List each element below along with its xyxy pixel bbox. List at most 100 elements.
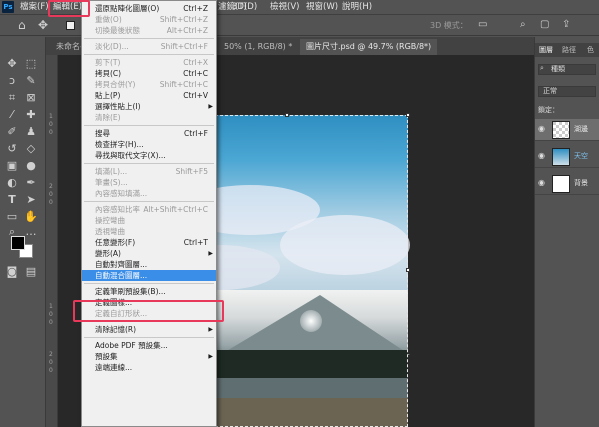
quick-select-tool-icon[interactable]: ✎ bbox=[24, 74, 38, 88]
menu-item-label: 貼上(P) bbox=[95, 91, 121, 100]
blur-tool-icon[interactable]: ● bbox=[24, 159, 38, 173]
healing-brush-tool-icon[interactable]: ✚ bbox=[24, 108, 38, 122]
visibility-eye-icon[interactable]: ◉ bbox=[538, 124, 545, 133]
marquee-tool-icon[interactable]: ⬚ bbox=[24, 57, 38, 71]
more-tools-icon[interactable]: … bbox=[24, 225, 38, 239]
stamp-tool-icon[interactable]: ♟ bbox=[24, 125, 38, 139]
quick-mask-icon[interactable]: ◙ bbox=[5, 265, 19, 279]
search-icon[interactable]: ⌕ bbox=[520, 18, 526, 32]
type-tool-icon[interactable]: T bbox=[5, 193, 19, 207]
menu-item[interactable]: 自動對齊圖層... bbox=[82, 259, 216, 270]
menu-item-shortcut: Ctrl+X bbox=[183, 58, 208, 67]
menu-item[interactable]: 選擇性貼上(I) ▶ bbox=[82, 101, 216, 112]
lock-label: 鎖定： bbox=[538, 106, 559, 114]
auto-select-checkbox[interactable] bbox=[66, 21, 75, 30]
transform-handle[interactable] bbox=[285, 113, 289, 117]
menu-item: 內容感知比率 Alt+Shift+Ctrl+C bbox=[82, 204, 216, 215]
screen-mode-icon[interactable]: ▤ bbox=[24, 265, 38, 279]
menu-item[interactable]: 變形(A) ▶ bbox=[82, 248, 216, 259]
menu-item[interactable]: 自動混合圖層... bbox=[82, 270, 216, 281]
crop-tool-icon[interactable]: ⌗ bbox=[5, 91, 19, 105]
visibility-eye-icon[interactable]: ◉ bbox=[538, 151, 545, 160]
menu-item-shortcut: Alt+Shift+Ctrl+C bbox=[143, 205, 208, 214]
ruler-mark: 0 bbox=[49, 367, 53, 374]
menu-item-label: 內容感知比率 bbox=[95, 205, 140, 214]
ruler-mark: 0 bbox=[49, 129, 53, 136]
layer-thumbnail bbox=[552, 175, 570, 193]
video-icon[interactable]: ▭ bbox=[478, 18, 487, 32]
menu-item[interactable]: 還原點陣化圖層(O) Ctrl+Z bbox=[82, 3, 216, 14]
annotation-box-auto-blend bbox=[73, 300, 224, 322]
menu-item[interactable]: 遠端連線... bbox=[82, 362, 216, 373]
menu-separator bbox=[84, 283, 214, 284]
layer-row-lakeside[interactable]: ◉ 湖邊 bbox=[535, 119, 599, 141]
menu-help[interactable]: 說明(H) bbox=[342, 0, 372, 14]
tab-paths[interactable]: 路徑 bbox=[562, 43, 576, 57]
eraser-tool-icon[interactable]: ◇ bbox=[24, 142, 38, 156]
menu-item[interactable]: 貼上(P) Ctrl+V bbox=[82, 90, 216, 101]
gradient-tool-icon[interactable]: ▣ bbox=[5, 159, 19, 173]
shape-tool-icon[interactable]: ▭ bbox=[5, 210, 19, 224]
transform-handle[interactable] bbox=[406, 268, 410, 272]
eyedropper-tool-icon[interactable]: ⁄ bbox=[5, 108, 19, 122]
tab-image-size-psd[interactable]: 圖片尺寸.psd @ 49.7% (RGB/8*) bbox=[300, 39, 438, 55]
layer-row-sky[interactable]: ◉ 天空 bbox=[535, 146, 599, 168]
menu-filter[interactable]: 濾鏡(T) bbox=[218, 0, 247, 14]
menu-view[interactable]: 檢視(V) bbox=[270, 0, 299, 14]
menu-item-shortcut: Shift+Ctrl+Z bbox=[159, 15, 208, 24]
lasso-tool-icon[interactable]: ↄ bbox=[5, 74, 19, 88]
menu-item-label: 填滿(L)... bbox=[95, 167, 128, 176]
foreground-color-swatch[interactable] bbox=[11, 236, 25, 250]
menu-item[interactable]: 預設集 ▶ bbox=[82, 351, 216, 362]
menu-item-label: 尋找與取代文字(X)... bbox=[95, 151, 166, 160]
transform-handle[interactable] bbox=[406, 113, 410, 117]
layer-row-background[interactable]: ◉ 背景 bbox=[535, 173, 599, 195]
menu-item-label: Adobe PDF 預設集... bbox=[95, 341, 168, 350]
submenu-arrow-icon: ▶ bbox=[208, 103, 213, 110]
tool-bar: ✥ ⬚ ↄ ✎ ⌗ ⊠ ⁄ ✚ ✐ ♟ ↺ ◇ ▣ ● ◐ ✒ T ➤ ▭ ✋ … bbox=[0, 37, 46, 427]
menu-item[interactable]: 任意變形(F) Ctrl+T bbox=[82, 237, 216, 248]
tab-color[interactable]: 色 bbox=[587, 43, 594, 57]
brush-tool-icon[interactable]: ✐ bbox=[5, 125, 19, 139]
ruler-mark: 0 bbox=[49, 121, 53, 128]
menu-item-shortcut: Alt+Ctrl+Z bbox=[166, 26, 208, 35]
move-tool-icon[interactable]: ✥ bbox=[5, 57, 19, 71]
menu-item[interactable]: 清除記憶(R) ▶ bbox=[82, 324, 216, 335]
filter-search-icon: ⌕ bbox=[540, 64, 544, 72]
menu-item[interactable]: 尋找與取代文字(X)... bbox=[82, 150, 216, 161]
menu-file[interactable]: 檔案(F) bbox=[20, 0, 49, 14]
menu-item[interactable]: Adobe PDF 預設集... bbox=[82, 340, 216, 351]
ruler-mark: 0 bbox=[49, 311, 53, 318]
menu-item-label: 操控彎曲 bbox=[95, 216, 125, 225]
menu-item-label: 變形(A) bbox=[95, 249, 121, 258]
frame-tool-icon[interactable]: ⊠ bbox=[24, 91, 38, 105]
share-icon[interactable]: ⇪ bbox=[562, 18, 570, 32]
menu-item[interactable]: 檢查拼字(H)... bbox=[82, 139, 216, 150]
layers-panel: 圖層 路徑 色 種類 ⌕ 正常 鎖定： ◉ 湖邊 ◉ 天空 ◉ 背景 bbox=[534, 37, 599, 427]
menu-window[interactable]: 視窗(W) bbox=[306, 0, 338, 14]
menu-separator bbox=[84, 125, 214, 126]
menu-item-label: 拷貝(C) bbox=[95, 69, 122, 78]
menu-item: 透視彎曲 bbox=[82, 226, 216, 237]
submenu-arrow-icon: ▶ bbox=[208, 326, 213, 333]
pen-tool-icon[interactable]: ✒ bbox=[24, 176, 38, 190]
tab-layers[interactable]: 圖層 bbox=[539, 43, 553, 57]
menu-item: 填滿(L)... Shift+F5 bbox=[82, 166, 216, 177]
hand-tool-icon[interactable]: ✋ bbox=[24, 210, 38, 224]
layer-kind-filter[interactable]: 種類 bbox=[538, 64, 596, 75]
path-select-tool-icon[interactable]: ➤ bbox=[24, 193, 38, 207]
workspace-icon[interactable]: ▢ bbox=[540, 18, 549, 32]
menu-item-label: 筆畫(S)... bbox=[95, 178, 128, 187]
history-brush-tool-icon[interactable]: ↺ bbox=[5, 142, 19, 156]
move-tool-icon[interactable]: ✥ bbox=[38, 18, 48, 32]
tab-image-50[interactable]: 50% (1, RGB/8) * bbox=[218, 39, 298, 55]
menu-item[interactable]: 定義筆刷預設集(B)... bbox=[82, 286, 216, 297]
menu-item-label: 定義筆刷預設集(B)... bbox=[95, 287, 166, 296]
menu-item[interactable]: 拷貝(C) Ctrl+C bbox=[82, 68, 216, 79]
home-icon[interactable]: ⌂ bbox=[18, 18, 26, 32]
visibility-eye-icon[interactable]: ◉ bbox=[538, 178, 545, 187]
menu-item[interactable]: 搜尋 Ctrl+F bbox=[82, 128, 216, 139]
menu-separator bbox=[84, 337, 214, 338]
dodge-tool-icon[interactable]: ◐ bbox=[5, 176, 19, 190]
blend-mode-select[interactable]: 正常 bbox=[538, 86, 596, 97]
